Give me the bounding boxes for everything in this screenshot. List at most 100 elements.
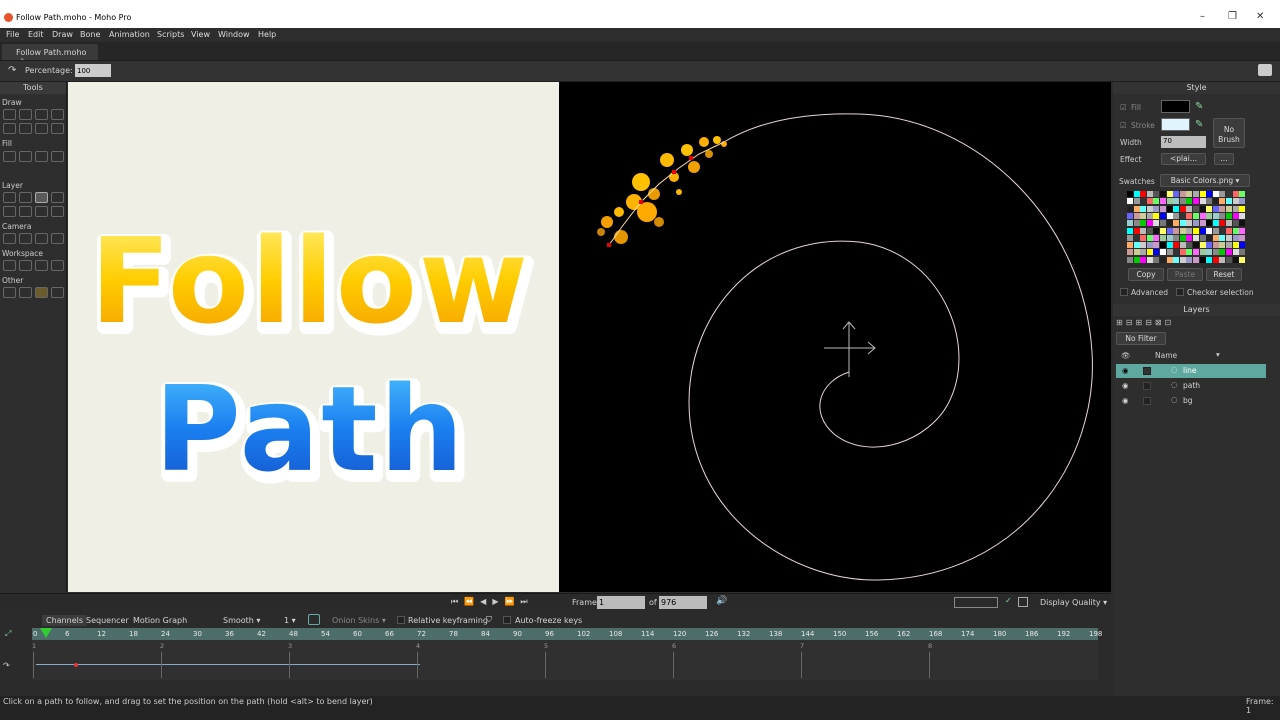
color-swatch[interactable]: [1199, 212, 1206, 219]
swatch-grid[interactable]: [1127, 191, 1246, 264]
color-swatch[interactable]: [1226, 205, 1232, 212]
total-frames-input[interactable]: 976: [659, 596, 707, 609]
line-width-tool[interactable]: [51, 151, 64, 162]
noise-tool[interactable]: [51, 123, 64, 134]
color-swatch[interactable]: [1206, 242, 1213, 249]
color-swatch[interactable]: [1133, 205, 1140, 212]
select-shape-tool[interactable]: [3, 151, 16, 162]
layer-color-box[interactable]: [1143, 367, 1151, 375]
menu-scripts[interactable]: Scripts: [157, 30, 184, 39]
color-swatch[interactable]: [1146, 198, 1153, 205]
color-swatch[interactable]: [1186, 212, 1193, 219]
color-swatch[interactable]: [1127, 242, 1133, 249]
color-swatch[interactable]: [1173, 249, 1180, 256]
color-swatch[interactable]: [1199, 220, 1206, 227]
color-swatch[interactable]: [1127, 227, 1133, 234]
color-swatch[interactable]: [1166, 205, 1173, 212]
layer-filter-dropdown[interactable]: No Filter: [1116, 332, 1166, 345]
menu-edit[interactable]: Edit: [28, 30, 44, 39]
color-swatch[interactable]: [1166, 234, 1173, 241]
copy-button[interactable]: Copy: [1128, 268, 1164, 281]
other-tool-2[interactable]: [19, 287, 32, 298]
visibility-eye-icon[interactable]: ◉: [1122, 396, 1129, 405]
color-swatch[interactable]: [1179, 242, 1186, 249]
color-swatch[interactable]: [1153, 234, 1160, 241]
fill-color-swatch[interactable]: [1161, 100, 1190, 113]
menu-file[interactable]: File: [6, 30, 19, 39]
color-swatch[interactable]: [1199, 234, 1206, 241]
color-swatch[interactable]: [1193, 212, 1199, 219]
color-swatch[interactable]: [1193, 256, 1199, 263]
color-swatch[interactable]: [1179, 227, 1186, 234]
color-swatch[interactable]: [1179, 234, 1186, 241]
artwork-canvas[interactable]: Follow Follow Path Path: [68, 82, 559, 592]
color-swatch[interactable]: [1140, 198, 1147, 205]
color-swatch[interactable]: [1199, 227, 1206, 234]
color-swatch[interactable]: [1226, 198, 1232, 205]
color-swatch[interactable]: [1239, 191, 1246, 197]
color-swatch[interactable]: [1173, 256, 1180, 263]
color-swatch[interactable]: [1212, 212, 1219, 219]
spiral-path[interactable]: [688, 113, 1093, 581]
color-swatch[interactable]: [1199, 191, 1206, 197]
reset-button[interactable]: Reset: [1206, 268, 1242, 281]
onion-skins-dropdown[interactable]: Onion Skins ▾: [332, 616, 386, 625]
color-swatch[interactable]: [1133, 234, 1140, 241]
camera-pan-tool[interactable]: [35, 233, 48, 244]
color-swatch[interactable]: [1179, 220, 1186, 227]
color-swatch[interactable]: [1239, 220, 1246, 227]
paint-bucket-tool[interactable]: [35, 151, 48, 162]
color-swatch[interactable]: [1239, 205, 1246, 212]
color-swatch[interactable]: [1153, 198, 1160, 205]
color-swatch[interactable]: [1173, 191, 1180, 197]
sort-arrow-icon[interactable]: ▾: [1216, 350, 1220, 359]
color-swatch[interactable]: [1186, 249, 1193, 256]
color-swatch[interactable]: [1173, 205, 1180, 212]
color-swatch[interactable]: [1193, 234, 1199, 241]
color-swatch[interactable]: [1140, 220, 1147, 227]
layer-color-box[interactable]: [1143, 397, 1151, 405]
warp-tool[interactable]: [3, 206, 16, 217]
transform-points-tool[interactable]: [19, 109, 32, 120]
tab-sequencer[interactable]: Sequencer: [86, 616, 129, 625]
color-swatch[interactable]: [1186, 205, 1193, 212]
fill-eyedropper-icon[interactable]: ✎: [1195, 101, 1203, 112]
color-swatch[interactable]: [1173, 227, 1180, 234]
color-swatch[interactable]: [1133, 212, 1140, 219]
color-swatch[interactable]: [1166, 227, 1173, 234]
visibility-eye-icon[interactable]: ◉: [1122, 366, 1129, 375]
color-swatch[interactable]: [1179, 256, 1186, 263]
color-swatch[interactable]: [1193, 242, 1199, 249]
color-swatch[interactable]: [1232, 242, 1239, 249]
color-swatch[interactable]: [1232, 212, 1239, 219]
audio-icon[interactable]: 🔊: [716, 596, 727, 606]
color-swatch[interactable]: [1212, 227, 1219, 234]
color-swatch[interactable]: [1166, 220, 1173, 227]
create-shape-tool[interactable]: [19, 151, 32, 162]
follow-path-tool[interactable]: [35, 192, 48, 203]
draw-shape-tool[interactable]: [3, 123, 16, 134]
color-swatch[interactable]: [1193, 205, 1199, 212]
layer-shear-tool[interactable]: [19, 206, 32, 217]
color-swatch[interactable]: [1146, 249, 1153, 256]
color-swatch[interactable]: [1140, 212, 1147, 219]
blob-brush-tool[interactable]: [35, 123, 48, 134]
percentage-input[interactable]: [75, 64, 111, 77]
color-swatch[interactable]: [1226, 234, 1232, 241]
color-swatch[interactable]: [1173, 198, 1180, 205]
color-swatch[interactable]: [1206, 191, 1213, 197]
add-point-tool[interactable]: [35, 109, 48, 120]
stroke-checkbox[interactable]: ☑: [1120, 121, 1127, 130]
color-swatch[interactable]: [1166, 198, 1173, 205]
color-swatch[interactable]: [1166, 242, 1173, 249]
tab-motion-graph[interactable]: Motion Graph: [133, 616, 187, 625]
layer-row-path[interactable]: ◉ ◌ path: [1116, 379, 1266, 393]
color-swatch[interactable]: [1239, 198, 1246, 205]
color-swatch[interactable]: [1153, 242, 1160, 249]
color-swatch[interactable]: [1206, 198, 1213, 205]
color-swatch[interactable]: [1127, 220, 1133, 227]
color-swatch[interactable]: [1146, 256, 1153, 263]
color-swatch[interactable]: [1206, 205, 1213, 212]
color-swatch[interactable]: [1212, 198, 1219, 205]
color-swatch[interactable]: [1173, 242, 1180, 249]
